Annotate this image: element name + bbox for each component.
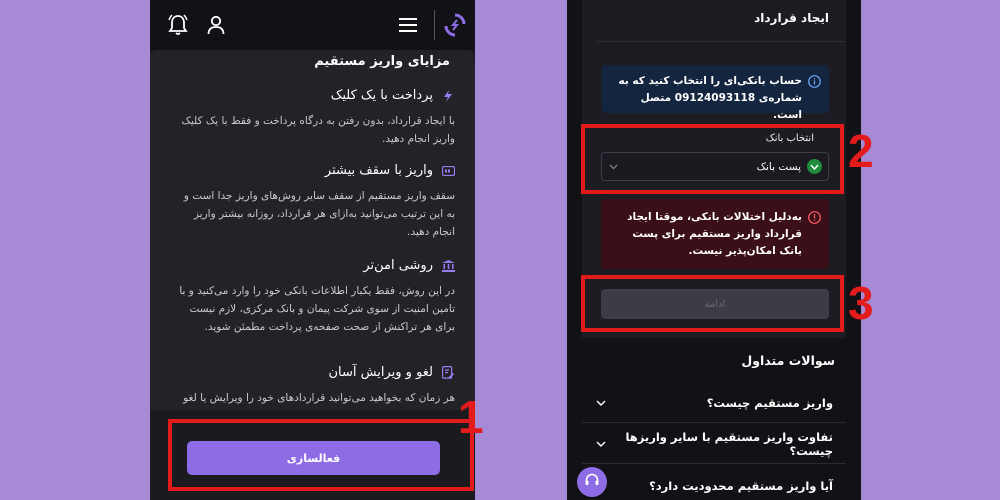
faq-question: واریز مستقیم چیست؟ [706, 395, 833, 410]
headset-icon [584, 472, 600, 492]
step-number-2: 2 [848, 125, 874, 177]
feature-title: روشی امن‌تر [363, 258, 433, 273]
error-text: به‌دلیل اختلالات بانکی، موقتا ایجاد قرار… [627, 211, 802, 257]
right-phone-screen: ایجاد قرارداد حساب بانکی‌ای را انتخاب کن… [567, 0, 861, 500]
faq-question: تفاوت واریز مستقیم با سایر واریزها چیست؟ [625, 429, 833, 458]
step-number-3: 3 [848, 277, 874, 329]
feature-text: با ایجاد قرارداد، بدون رفتن به درگاه پرد… [181, 115, 455, 145]
chevron-down-icon [595, 438, 607, 450]
highlight-box-3 [581, 275, 844, 332]
feature-one-click: پرداخت با یک کلیک با ایجاد قرارداد، بدون… [172, 88, 455, 148]
error-icon [808, 209, 821, 259]
hamburger-menu-icon[interactable] [397, 14, 419, 36]
advantages-title: مزایای واریز مستقیم [314, 54, 450, 69]
faq-title: سوالات متداول [741, 353, 835, 368]
chevron-down-icon [595, 397, 607, 409]
user-icon[interactable] [205, 13, 227, 37]
info-alert: حساب بانکی‌ای را انتخاب کنید که به شماره… [602, 65, 829, 121]
top-bar [150, 0, 475, 50]
highlight-box-2 [581, 124, 844, 194]
bell-icon[interactable] [167, 13, 189, 37]
step-number-1: 1 [458, 391, 484, 443]
feature-secure: روشی امن‌تر در این روش، فقط یکبار اطلاعا… [172, 258, 455, 336]
feature-text: در این روش، فقط یکبار اطلاعات بانکی خود … [179, 285, 455, 333]
faq-item[interactable]: آیا واریز مستقیم محدودیت دارد؟ [582, 466, 846, 500]
feature-text: سقف واریز مستقیم از سقف سایر روش‌های وار… [183, 190, 455, 238]
panel-title: ایجاد قرارداد [754, 11, 829, 25]
faq-item[interactable]: تفاوت واریز مستقیم با سایر واریزها چیست؟ [582, 424, 846, 464]
topbar-divider [434, 10, 435, 40]
edit-document-icon [441, 366, 455, 380]
feature-title: پرداخت با یک کلیک [330, 88, 433, 103]
faq-question: آیا واریز مستقیم محدودیت دارد؟ [649, 479, 833, 493]
info-icon [808, 73, 821, 105]
feature-title: واریز با سقف بیشتر [324, 163, 433, 178]
feature-title: لغو و ویرایش آسان [328, 365, 433, 380]
lightning-icon [441, 89, 455, 103]
feature-higher-limit: واریز با سقف بیشتر سقف واریز مستقیم از س… [172, 163, 455, 241]
info-text: حساب بانکی‌ای را انتخاب کنید که به شماره… [618, 75, 802, 121]
bank-icon [441, 259, 455, 273]
error-alert: به‌دلیل اختلالات بانکی، موقتا ایجاد قرار… [601, 199, 829, 269]
panel-divider [597, 41, 846, 42]
card-limit-icon [441, 164, 455, 178]
app-logo-icon[interactable] [442, 11, 468, 39]
faq-item[interactable]: واریز مستقیم چیست؟ [582, 383, 846, 423]
highlight-box-1 [168, 419, 474, 491]
support-chat-button[interactable] [577, 467, 607, 497]
